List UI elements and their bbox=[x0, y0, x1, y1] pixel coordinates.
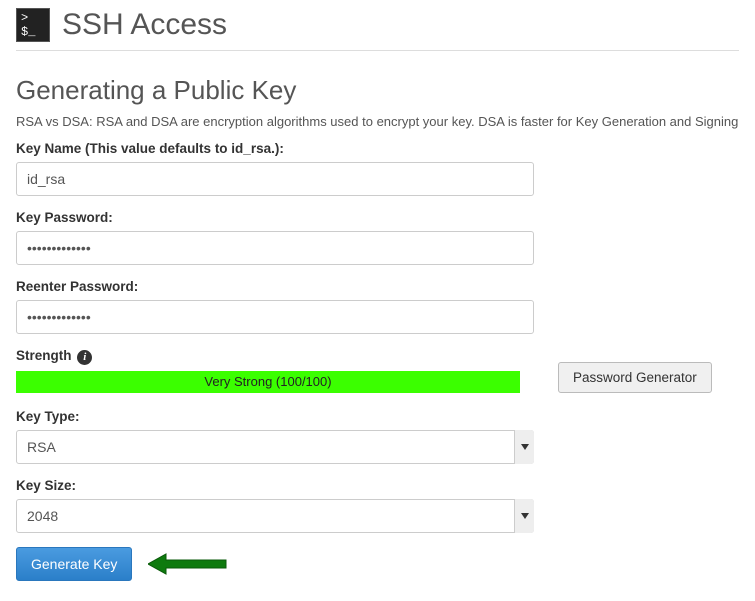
key-name-group: Key Name (This value defaults to id_rsa.… bbox=[16, 141, 739, 196]
key-size-group: Key Size: bbox=[16, 478, 739, 533]
key-type-label: Key Type: bbox=[16, 409, 739, 424]
terminal-icon: > $_ bbox=[16, 8, 50, 42]
strength-label: Strength i bbox=[16, 348, 534, 365]
strength-bar: Very Strong (100/100) bbox=[16, 371, 520, 393]
sub-heading: Generating a Public Key bbox=[16, 75, 739, 106]
page-header: > $_ SSH Access bbox=[16, 0, 739, 51]
info-icon[interactable]: i bbox=[77, 350, 92, 365]
reenter-password-label: Reenter Password: bbox=[16, 279, 739, 294]
strength-text: Very Strong (100/100) bbox=[204, 374, 331, 389]
key-name-label: Key Name (This value defaults to id_rsa.… bbox=[16, 141, 739, 156]
key-type-group: Key Type: bbox=[16, 409, 739, 464]
key-size-label: Key Size: bbox=[16, 478, 739, 493]
terminal-icon-text: > $_ bbox=[21, 11, 49, 39]
password-generator-button[interactable]: Password Generator bbox=[558, 362, 712, 393]
key-size-select[interactable] bbox=[16, 499, 534, 533]
key-password-group: Key Password: bbox=[16, 210, 739, 265]
page-title: SSH Access bbox=[62, 8, 227, 42]
key-password-input[interactable] bbox=[16, 231, 534, 265]
strength-row: Strength i Very Strong (100/100) Passwor… bbox=[16, 348, 739, 393]
key-type-select-wrap bbox=[16, 430, 534, 464]
generate-key-button[interactable]: Generate Key bbox=[16, 547, 132, 581]
reenter-password-input[interactable] bbox=[16, 300, 534, 334]
key-type-select[interactable] bbox=[16, 430, 534, 464]
reenter-password-group: Reenter Password: bbox=[16, 279, 739, 334]
key-password-label: Key Password: bbox=[16, 210, 739, 225]
key-size-select-wrap bbox=[16, 499, 534, 533]
generate-row: Generate Key bbox=[16, 547, 739, 581]
arrow-left-icon bbox=[148, 552, 228, 576]
strength-block: Strength i Very Strong (100/100) bbox=[16, 348, 534, 393]
strength-label-text: Strength bbox=[16, 348, 72, 363]
key-name-input[interactable] bbox=[16, 162, 534, 196]
help-text: RSA vs DSA: RSA and DSA are encryption a… bbox=[16, 114, 739, 129]
